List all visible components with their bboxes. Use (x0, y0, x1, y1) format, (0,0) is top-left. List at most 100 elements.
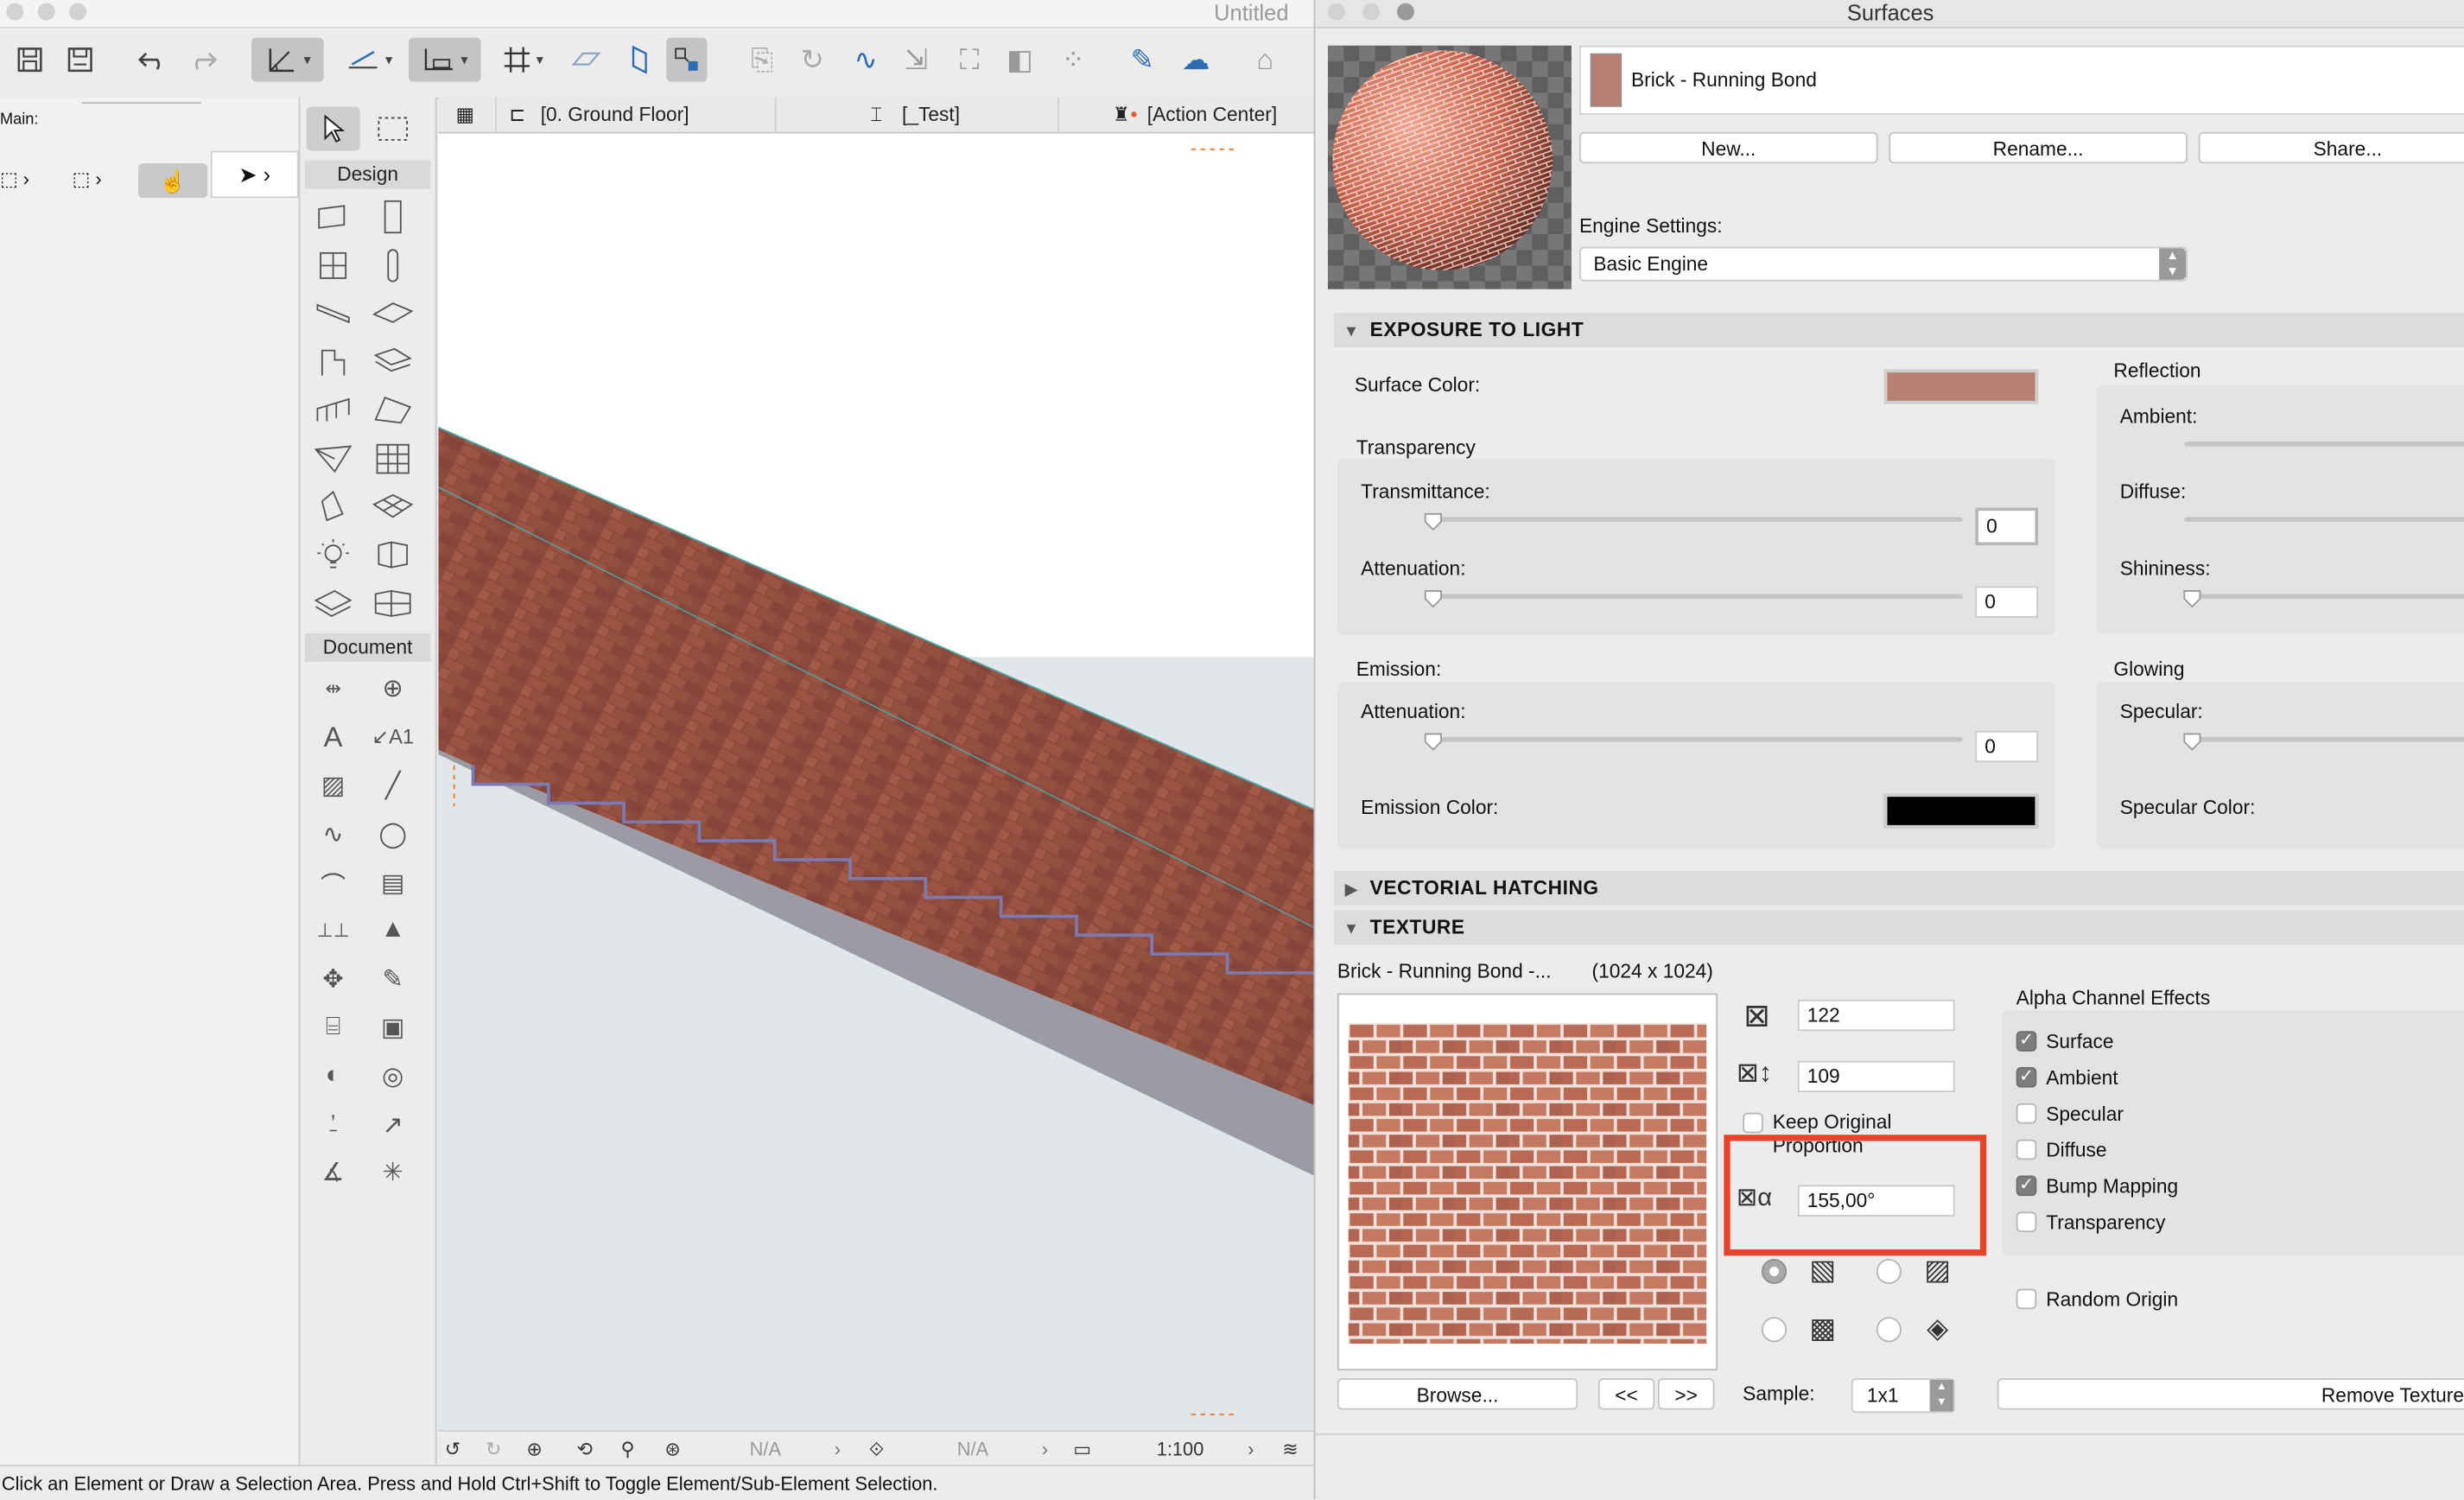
layers-icon[interactable]: ≋ (1282, 1432, 1298, 1466)
transmittance-slider[interactable] (1428, 517, 1963, 522)
navigator-icon[interactable]: ⊛ (664, 1432, 680, 1466)
orbit-icon[interactable]: ⟲ (577, 1432, 593, 1466)
sample-select[interactable]: 1x1 ▲ ▼ (1851, 1378, 1955, 1414)
surface-color-swatch[interactable] (1883, 369, 2039, 404)
stepper-arrows-icon[interactable]: ▲ ▼ (1929, 1379, 1953, 1412)
save-icon[interactable] (10, 38, 50, 82)
railing-tool-icon[interactable] (366, 340, 420, 384)
home-icon[interactable]: ⌂ (1245, 38, 1286, 82)
3d-viewport[interactable] (438, 133, 1314, 1431)
tab-overview-icon[interactable]: ▦ (438, 98, 492, 132)
text-tool-icon[interactable]: A (307, 715, 360, 760)
pen-icon[interactable]: ✎ (1122, 38, 1163, 82)
new-button[interactable]: New... (1578, 131, 1878, 164)
change-tool-icon[interactable]: ◐ (307, 1054, 360, 1098)
lamp-tool-icon[interactable] (307, 533, 360, 577)
beam-tool-icon[interactable] (307, 290, 360, 334)
engine-select[interactable]: Basic Engine ▲ ▼ (1578, 246, 2188, 282)
hotspot-tool-icon[interactable]: ✳ (366, 1150, 420, 1194)
resize-icon[interactable]: ⛶ (949, 38, 990, 82)
attenuation-slider[interactable] (1428, 594, 1963, 600)
exposure-section-header[interactable]: ▼ EXPOSURE TO LIGHT (1334, 312, 2464, 347)
undo-icon[interactable] (132, 38, 173, 82)
close-panel-icon[interactable] (1327, 3, 1345, 21)
minimize-panel-icon[interactable] (1362, 3, 1380, 21)
trace-reference-icon[interactable]: ▾ (408, 37, 481, 82)
shininess-slider[interactable] (2184, 594, 2464, 600)
emission-slider-thumb[interactable] (1424, 733, 1443, 752)
curtain-wall-tool-icon[interactable] (366, 437, 420, 481)
detail-tool-icon[interactable]: ⌸ (307, 1006, 360, 1050)
document-icon[interactable]: ⎘ (742, 38, 783, 82)
section-tool-icon[interactable]: ⊥⊥ (307, 908, 360, 952)
random-origin-checkbox[interactable] (2016, 1288, 2037, 1310)
worksheet-tool-icon[interactable]: ✎ (366, 957, 420, 1001)
chevron-right-icon[interactable]: › (835, 1432, 841, 1466)
line-tool-icon[interactable]: ╱ (366, 764, 420, 808)
zoom-in-icon[interactable]: ⊕ (526, 1432, 542, 1466)
shininess-slider-thumb[interactable] (2182, 589, 2201, 608)
attenuation-slider-thumb[interactable] (1424, 589, 1443, 608)
pen-set-icon[interactable]: ⟐ (869, 1432, 884, 1466)
save-as-icon[interactable] (60, 38, 100, 82)
scale-status[interactable]: 1:100 (1157, 1432, 1204, 1466)
zoom-window-icon[interactable] (69, 3, 87, 21)
figure-tool-icon[interactable]: ▣ (366, 1006, 420, 1050)
design-header[interactable]: Design (304, 160, 431, 189)
elevation-tool-icon[interactable]: ▲ (366, 908, 420, 952)
texture-section-header[interactable]: ▼ TEXTURE (1334, 910, 2464, 945)
origin-radio-4[interactable] (1876, 1317, 1902, 1343)
origin-radio-3[interactable] (1761, 1317, 1788, 1343)
emission-color-swatch[interactable] (1883, 793, 2039, 829)
transmittance-slider-thumb[interactable] (1424, 512, 1443, 531)
minimize-window-icon[interactable] (37, 3, 55, 21)
ambient-slider[interactable] (2184, 442, 2464, 447)
specular-slider[interactable] (2184, 737, 2464, 742)
distribute-icon[interactable]: ⁘ (1053, 38, 1094, 82)
snap-guide-icon[interactable]: ▾ (251, 37, 324, 82)
door-tool-icon[interactable] (366, 195, 420, 239)
arrow-tool-icon[interactable]: ➤ › (210, 150, 299, 199)
morph-tool-icon[interactable] (307, 484, 360, 528)
grid-snap-icon[interactable]: ▾ (490, 38, 556, 82)
slab-tool-icon[interactable] (366, 290, 420, 334)
specular-slider-thumb[interactable] (2182, 733, 2201, 752)
redo-icon[interactable] (182, 38, 223, 82)
next-texture-button[interactable]: >> (1657, 1378, 1715, 1410)
gravity-icon[interactable] (619, 38, 660, 82)
surface-name-field[interactable]: Brick - Running Bond (1578, 45, 2464, 115)
label-tool-icon[interactable]: ↙A1 (366, 715, 420, 760)
drawing-tool-icon[interactable]: ▤ (366, 861, 420, 906)
tab-action-center[interactable]: ♜● [Action Center] (1057, 97, 1313, 132)
polyline-tool-icon[interactable]: ⌒ (307, 861, 360, 906)
alpha-bump-checkbox[interactable]: ✓ (2016, 1175, 2037, 1197)
zoom-panel-icon[interactable] (1397, 3, 1415, 21)
circle-tool-icon[interactable]: ◯ (366, 812, 420, 856)
tab-test[interactable]: ⌶ [_Test] (774, 97, 1057, 132)
wall-3d-icon[interactable] (366, 582, 420, 626)
hatching-section-header[interactable]: ▶ VECTORIAL HATCHING (1334, 870, 2464, 906)
skylight-tool-icon[interactable] (307, 437, 360, 481)
previous-texture-button[interactable]: << (1597, 1378, 1655, 1410)
zoom-forward-icon[interactable]: ↻ (486, 1432, 501, 1466)
browse-button[interactable]: Browse... (1337, 1378, 1578, 1410)
teamwork-icon[interactable]: ☁ (1176, 38, 1216, 82)
split-icon[interactable]: ◧ (1000, 38, 1040, 82)
chevron-right-icon[interactable]: › (1248, 1432, 1254, 1466)
texture-height-input[interactable]: 109 (1797, 1060, 1955, 1093)
texture-width-input[interactable]: 122 (1797, 999, 1955, 1032)
stair-tool-icon[interactable] (307, 340, 360, 384)
ruler-icon[interactable]: ▭ (1073, 1432, 1091, 1466)
alpha-surface-checkbox[interactable]: ✓ (2016, 1031, 2037, 1052)
wall-tool-icon[interactable] (307, 195, 360, 239)
share-button[interactable]: Share... (2198, 131, 2464, 164)
object-tool-icon[interactable] (366, 533, 420, 577)
marquee-tool-icon[interactable]: ⬚ › (0, 162, 63, 196)
emission-attenuation-slider[interactable] (1428, 737, 1963, 742)
tab-ground-floor[interactable]: ⊏ [0. Ground Floor] (494, 97, 775, 132)
keep-proportion-checkbox[interactable] (1743, 1112, 1763, 1134)
dimension-tool-icon[interactable]: ⇹ (307, 666, 360, 710)
walk-icon[interactable]: ⚲ (620, 1432, 634, 1466)
suspend-groups-icon[interactable] (666, 37, 708, 82)
texture-angle-input[interactable]: 155,00° (1797, 1185, 1955, 1217)
